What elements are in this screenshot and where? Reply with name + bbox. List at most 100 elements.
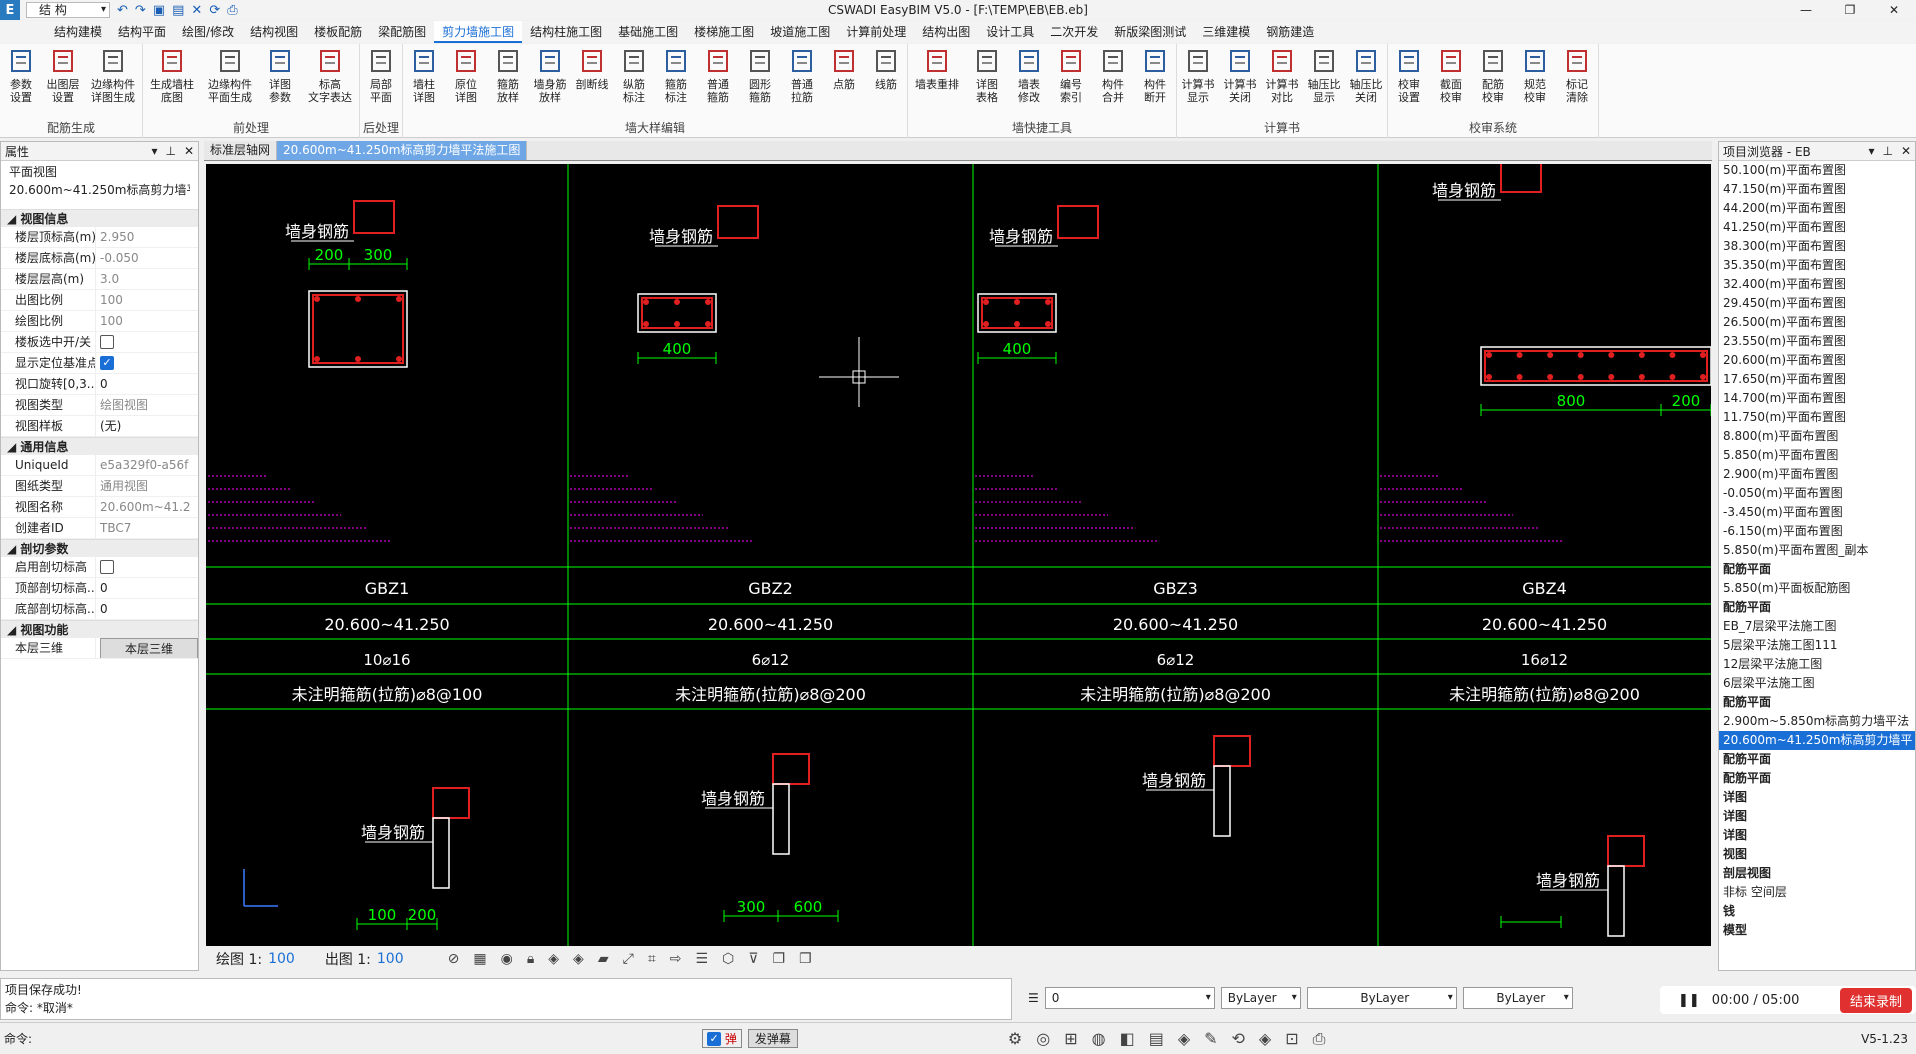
tree-item[interactable]: 32.400(m)平面布置图 [1719,275,1915,294]
shield-alt-icon[interactable]: ◈ [573,951,584,967]
ribbon-button[interactable]: 参数 设置 [0,44,42,122]
grid-icon[interactable]: ▦ [473,951,486,967]
ribbon-button[interactable]: 箍筋 标注 [655,44,697,122]
checkbox[interactable] [100,334,114,349]
tree-item[interactable]: 17.650(m)平面布置图 [1719,370,1915,389]
tab-1[interactable]: 结构平面 [110,21,174,43]
ribbon-button[interactable]: 原位 详图 [445,44,487,122]
lock-icon[interactable]: 🔒︎ [527,951,534,967]
tree-item[interactable]: -6.150(m)平面布置图 [1719,522,1915,541]
tree-item[interactable]: 23.550(m)平面布置图 [1719,332,1915,351]
tab-8[interactable]: 基础施工图 [610,21,686,43]
tree-item[interactable]: 5.850(m)平面板配筋图 [1719,579,1915,598]
paste-icon[interactable]: ❐ [799,951,812,967]
dropdown-icon[interactable]: ▾ [151,144,157,158]
property-value[interactable] [95,332,198,352]
tree-item[interactable]: 44.200(m)平面布置图 [1719,199,1915,218]
ribbon-button[interactable]: 计算书 关闭 [1219,44,1261,122]
tab-11[interactable]: 计算前处理 [838,21,914,43]
close-panel-icon[interactable]: ✕ [184,144,194,158]
property-value[interactable]: TBC7 [95,518,198,538]
ribbon-button[interactable]: 轴压比 关闭 [1345,44,1387,122]
ribbon-button[interactable]: 计算书 对比 [1261,44,1303,122]
close-panel-icon[interactable]: ✕ [1901,144,1911,158]
tab-17[interactable]: 钢筋建造 [1258,21,1322,43]
property-value[interactable]: (无) [95,416,198,436]
property-value[interactable]: e5a329f0-a56f [95,455,198,475]
property-value[interactable]: 100 [95,311,198,331]
tree-item[interactable]: 2.900(m)平面布置图 [1719,465,1915,484]
tree-item[interactable]: 钱 [1719,902,1915,921]
tab-9[interactable]: 楼梯施工图 [686,21,762,43]
stop-recording-button[interactable]: 结束录制 [1839,987,1912,1013]
tree-item[interactable]: 5.850(m)平面布置图_副本 [1719,541,1915,560]
tab-2[interactable]: 绘图/修改 [174,21,242,43]
tree-item[interactable]: 配筋平面 [1719,750,1915,769]
layer-select[interactable]: 0 [1044,987,1215,1009]
layer-icon[interactable]: ▰ [598,951,609,967]
checkbox[interactable] [100,559,114,574]
save-icon[interactable]: ▣ [153,3,165,18]
drawing-canvas[interactable]: GBZ1 20.600~41.250 10⌀16 未注明箍筋(拉筋)⌀8@100 GBZ… [206,164,1711,946]
ribbon-button[interactable]: 规范 校审 [1514,44,1556,122]
tab-16[interactable]: 三维建模 [1194,21,1258,43]
tab-7[interactable]: 结构柱施工图 [522,21,610,43]
tree-item[interactable]: 5.850(m)平面布置图 [1719,446,1915,465]
ribbon-button[interactable]: 出图层 设置 [42,44,84,122]
property-value[interactable]: 100 [95,290,198,310]
tree-item[interactable]: 20.600m~41.250m标高剪力墙平 [1719,731,1915,750]
filter-icon[interactable]: ⊽ [748,951,758,967]
hide-icon[interactable]: ⊘ [448,951,460,967]
copy-icon[interactable]: ❐ [772,951,785,967]
cad-drawing[interactable]: GBZ1 20.600~41.250 10⌀16 未注明箍筋(拉筋)⌀8@100 GBZ… [206,164,1711,946]
eye-icon[interactable]: ◉ [501,951,513,967]
undo-icon[interactable]: ↶ [117,3,128,18]
tree-item[interactable]: 配筋平面 [1719,769,1915,788]
property-value[interactable]: 0 [95,599,198,619]
property-value[interactable]: 3.0 [95,269,198,289]
shield-icon[interactable]: ◈ [548,951,559,967]
tab-13[interactable]: 设计工具 [978,21,1042,43]
ribbon-button[interactable]: 圆形 箍筋 [739,44,781,122]
ribbon-button[interactable]: 详图 表格 [966,44,1008,122]
tab-15[interactable]: 新版梁图测试 [1106,21,1194,43]
dropdown-icon[interactable]: ▾ [1868,144,1874,158]
property-value[interactable]: 本层三维 [95,638,198,658]
property-value[interactable]: 0 [95,374,198,394]
property-value[interactable]: 20.600m~41.2 [95,497,198,517]
tree-item[interactable]: 20.600(m)平面布置图 [1719,351,1915,370]
ribbon-button[interactable]: 边缘构件 详图生成 [84,44,142,122]
ribbon-button[interactable]: 墙柱 详图 [403,44,445,122]
property-category[interactable]: ◢ 通用信息 [1,437,198,455]
tree-item[interactable]: 模型 [1719,921,1915,940]
checkbox[interactable]: ✓ [100,355,114,370]
property-value[interactable]: 绘图视图 [95,395,198,415]
ribbon-button[interactable]: 普通 箍筋 [697,44,739,122]
tree-item[interactable]: 非标 空间层 [1719,883,1915,902]
tree-item[interactable]: EB_7层梁平法施工图 [1719,617,1915,636]
status-tools[interactable]: ⚙◎⊞◍◧▤◈✎⟲◈⊡⎙ [1008,1029,1340,1049]
tree-item[interactable]: 8.800(m)平面布置图 [1719,427,1915,446]
tab-14[interactable]: 二次开发 [1042,21,1106,43]
redo-icon[interactable]: ↷ [135,3,146,18]
layer-icon[interactable]: ☰ [1028,991,1039,1005]
property-category[interactable]: ◢ 视图功能 [1,620,198,638]
ribbon-button[interactable]: 线筋 [865,44,907,122]
tab-3[interactable]: 结构视图 [242,21,306,43]
cube-icon[interactable]: ⬡ [722,951,734,967]
tree-item[interactable]: 5层梁平法施工图111 [1719,636,1915,655]
ribbon-button[interactable]: 构件 断开 [1134,44,1176,122]
ribbon-button[interactable]: 编号 索引 [1050,44,1092,122]
minimize-icon[interactable]: — [1784,0,1828,20]
property-value[interactable] [95,557,198,577]
property-value[interactable]: ✓ [95,353,198,373]
tree-item[interactable]: 26.500(m)平面布置图 [1719,313,1915,332]
ribbon-button[interactable]: 墙表 修改 [1008,44,1050,122]
draw-scale-value[interactable]: 100 [268,951,295,967]
document-tab[interactable]: 标准层轴网 [204,141,278,160]
expand-icon[interactable]: ⤢ [623,951,634,967]
ribbon-button[interactable]: 轴压比 显示 [1303,44,1345,122]
ribbon-button[interactable]: 生成墙柱 底图 [143,44,201,122]
tree-item[interactable]: 详图 [1719,788,1915,807]
sync-icon[interactable]: ⟳ [209,3,220,18]
